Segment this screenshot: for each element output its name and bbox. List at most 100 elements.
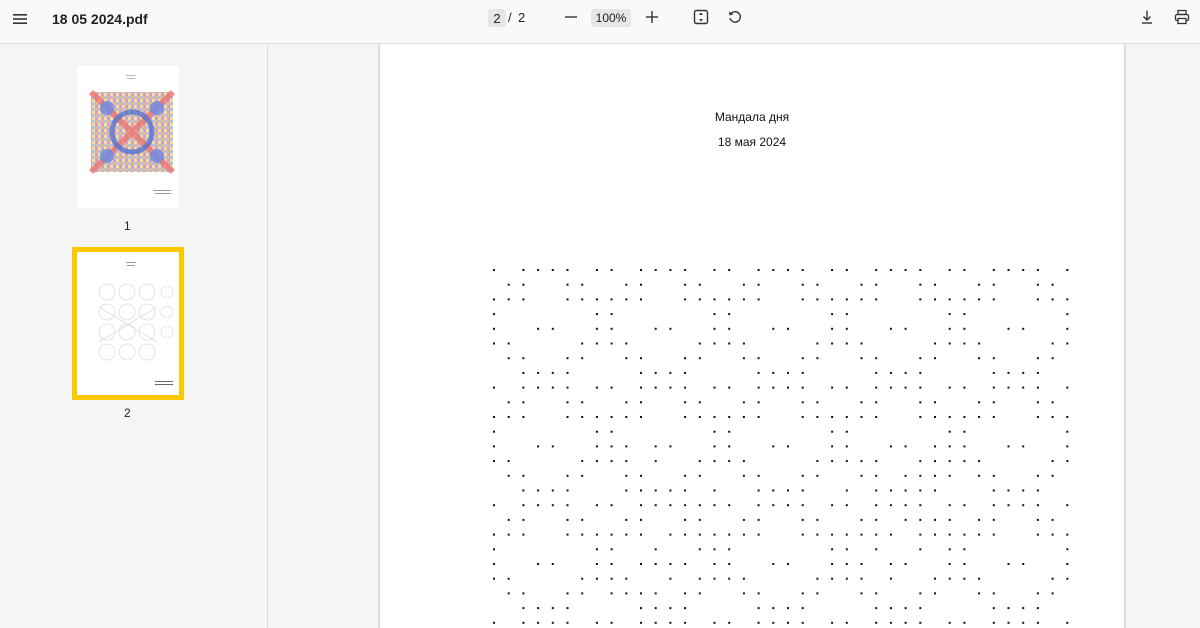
mandala-dot bbox=[522, 386, 525, 389]
mandala-dot bbox=[728, 313, 731, 316]
mandala-dot bbox=[801, 607, 804, 610]
document-viewer[interactable]: Мандала дня 18 мая 2024 bbox=[269, 44, 1200, 628]
mandala-dot bbox=[992, 607, 995, 610]
mandala-dot bbox=[595, 298, 598, 301]
mandala-dot bbox=[728, 416, 731, 418]
mandala-dot bbox=[875, 460, 878, 463]
mandala-dot bbox=[860, 357, 863, 360]
mandala-dot bbox=[904, 504, 907, 507]
mandala-dot bbox=[1036, 416, 1039, 418]
mandala-dot bbox=[948, 269, 951, 271]
thumbnail-page-2-selected[interactable] bbox=[72, 247, 184, 400]
mandala-dot bbox=[698, 533, 701, 536]
mandala-dot bbox=[640, 371, 642, 374]
mandala-dot bbox=[1007, 489, 1010, 492]
mandala-dot bbox=[640, 533, 642, 536]
mandala-dot bbox=[801, 371, 804, 374]
mandala-dot bbox=[625, 533, 628, 536]
mandala-dot bbox=[669, 504, 672, 507]
print-button[interactable] bbox=[1171, 6, 1193, 28]
mandala-dot bbox=[581, 283, 584, 286]
mandala-dot bbox=[1007, 621, 1010, 624]
mandala-dot bbox=[493, 445, 495, 448]
mandala-dot bbox=[919, 298, 922, 301]
mandala-dot bbox=[816, 474, 819, 477]
rotate-button[interactable] bbox=[724, 6, 746, 28]
mandala-dot bbox=[831, 327, 834, 330]
mandala-dot bbox=[831, 563, 834, 565]
mandala-dot bbox=[551, 563, 554, 565]
mandala-dot bbox=[684, 371, 687, 374]
mandala-dot bbox=[904, 518, 907, 521]
mandala-dot bbox=[919, 592, 922, 595]
mandala-dot bbox=[640, 283, 642, 286]
mandala-dot bbox=[566, 518, 569, 521]
download-button[interactable] bbox=[1136, 6, 1158, 28]
mandala-dot bbox=[625, 283, 628, 286]
mandala-dot bbox=[581, 533, 584, 536]
mandala-dot bbox=[742, 474, 745, 477]
mandala-dot bbox=[1036, 592, 1039, 595]
mandala-dot bbox=[684, 283, 687, 286]
mandala-dot bbox=[1051, 342, 1054, 345]
mandala-dot bbox=[889, 386, 892, 389]
mandala-dot bbox=[698, 548, 701, 551]
current-page-input[interactable]: 2 bbox=[488, 9, 506, 27]
mandala-dot bbox=[875, 283, 878, 286]
mandala-dot bbox=[772, 327, 775, 330]
mandala-dot bbox=[831, 577, 834, 580]
mandala-dot bbox=[625, 298, 628, 301]
mandala-dot bbox=[522, 607, 525, 610]
mandala-dot bbox=[640, 607, 642, 610]
mandala-dot bbox=[595, 533, 598, 536]
mandala-dot bbox=[493, 416, 495, 418]
mandala-dot bbox=[860, 533, 863, 536]
mandala-dot bbox=[757, 607, 760, 610]
mandala-dot bbox=[948, 563, 951, 565]
mandala-dot bbox=[581, 401, 584, 404]
mandala-dot bbox=[698, 592, 701, 595]
mandala-dot bbox=[1066, 548, 1069, 551]
mandala-dot bbox=[640, 563, 642, 565]
menu-button[interactable] bbox=[8, 8, 32, 30]
menu-icon bbox=[13, 14, 27, 24]
mandala-dot bbox=[625, 592, 628, 595]
mandala-dot bbox=[625, 474, 628, 477]
mandala-dot bbox=[713, 327, 716, 330]
mandala-dot bbox=[934, 518, 936, 521]
mandala-dot bbox=[595, 269, 598, 271]
mandala-dot bbox=[1066, 342, 1069, 345]
mandala-dot bbox=[684, 269, 687, 271]
mandala-dot bbox=[566, 621, 569, 624]
mandala-dot bbox=[507, 357, 510, 360]
mandala-dot bbox=[948, 313, 951, 316]
mandala-dot bbox=[1022, 327, 1025, 330]
mandala-dot bbox=[742, 416, 745, 418]
mandala-dot bbox=[904, 621, 907, 624]
mandala-dot bbox=[728, 298, 731, 301]
zoom-level-input[interactable]: 100% bbox=[591, 9, 631, 27]
mandala-dot bbox=[948, 518, 951, 521]
mandala-dot bbox=[654, 460, 657, 463]
fit-page-button[interactable] bbox=[690, 6, 712, 28]
mandala-dot bbox=[816, 342, 819, 345]
mandala-dot bbox=[831, 298, 834, 301]
mandala-dot bbox=[669, 607, 672, 610]
mandala-dot bbox=[684, 298, 687, 301]
mandala-dot bbox=[992, 621, 995, 624]
mandala-dot bbox=[1066, 445, 1069, 448]
thumbnail-page-1[interactable] bbox=[77, 66, 179, 208]
mandala-dot bbox=[742, 298, 745, 301]
mandala-dot bbox=[684, 357, 687, 360]
zoom-in-button[interactable] bbox=[641, 6, 663, 28]
mandala-dot bbox=[713, 489, 716, 492]
mandala-dot bbox=[566, 474, 569, 477]
mandala-dot bbox=[698, 401, 701, 404]
mandala-dot bbox=[757, 518, 760, 521]
mandala-dot bbox=[801, 416, 804, 418]
mandala-dot bbox=[919, 460, 922, 463]
mandala-dot bbox=[684, 621, 687, 624]
zoom-out-button[interactable] bbox=[560, 6, 582, 28]
mandala-dot bbox=[551, 504, 554, 507]
mandala-dot bbox=[978, 298, 981, 301]
